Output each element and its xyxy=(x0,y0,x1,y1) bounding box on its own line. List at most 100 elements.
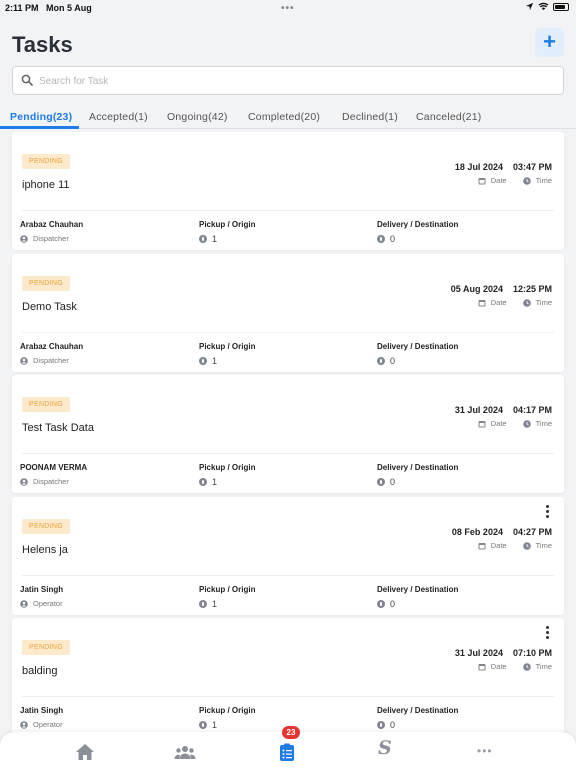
task-date: 08 Feb 2024 xyxy=(451,527,503,537)
pickup-label: Pickup / Origin xyxy=(199,706,256,715)
tab-ongoing[interactable]: Ongoing(42) xyxy=(167,111,228,123)
status-bar: 2:11 PM Mon 5 Aug ••• xyxy=(0,0,576,16)
clock-icon xyxy=(522,176,531,185)
card-divider xyxy=(22,696,554,697)
assignee-role-row: Operator xyxy=(20,599,63,608)
delivery-label: Delivery / Destination xyxy=(377,463,459,472)
info-icon xyxy=(199,721,207,729)
task-card[interactable]: PENDING Demo Task 05 Aug 2024 12:25 PM Da… xyxy=(12,254,564,372)
card-divider xyxy=(22,575,554,576)
tab-canceled[interactable]: Canceled(21) xyxy=(416,111,481,123)
pickup-label: Pickup / Origin xyxy=(199,220,256,229)
task-card[interactable]: PENDING iphone 11 18 Jul 2024 03:47 PM Da… xyxy=(12,132,564,250)
delivery-count-row: 0 xyxy=(377,599,458,609)
delivery-column: Delivery / Destination 0 xyxy=(377,342,458,366)
assignee-column: Arabaz Chauhan Dispatcher xyxy=(20,220,83,243)
more-icon[interactable]: ••• xyxy=(477,744,493,758)
tab-pending[interactable]: Pending(23) xyxy=(10,111,72,123)
assignee-role: Operator xyxy=(33,720,63,729)
task-card[interactable]: PENDING Helens ja 08 Feb 2024 04:27 PM Da… xyxy=(12,497,564,615)
assignee-name: Arabaz Chauhan xyxy=(20,220,84,229)
info-icon xyxy=(377,357,385,365)
wifi-icon xyxy=(538,2,549,11)
time-label: Time xyxy=(535,176,552,185)
calendar-icon xyxy=(478,663,486,670)
status-icons xyxy=(525,2,569,11)
pickup-count: 1 xyxy=(212,477,218,487)
search-bar[interactable] xyxy=(12,66,564,95)
search-input[interactable] xyxy=(39,71,539,91)
status-badge: PENDING xyxy=(22,276,70,291)
task-time: 04:17 PM xyxy=(512,405,552,415)
assignee-role-row: Operator xyxy=(20,720,63,729)
s-logo-icon[interactable]: S xyxy=(378,737,392,759)
delivery-count-row: 0 xyxy=(377,234,458,244)
calendar-icon xyxy=(478,420,486,427)
task-time: 03:47 PM xyxy=(512,162,552,172)
tab-accepted[interactable]: Accepted(1) xyxy=(89,111,148,123)
task-card[interactable]: PENDING balding 31 Jul 2024 07:10 PM Date… xyxy=(12,618,564,732)
tasks-icon[interactable] xyxy=(279,743,295,761)
pickup-count: 1 xyxy=(212,599,218,609)
status-tabs: Pending(23) Accepted(1) Ongoing(42) Comp… xyxy=(0,110,576,129)
time-label: Time xyxy=(535,298,552,307)
task-list[interactable]: PENDING iphone 11 18 Jul 2024 03:47 PM Da… xyxy=(0,131,576,732)
team-icon[interactable] xyxy=(174,743,196,761)
delivery-column: Delivery / Destination 0 xyxy=(377,585,458,609)
pickup-column: Pickup / Origin 1 xyxy=(199,220,255,244)
datetime-labels: Date Time xyxy=(478,662,552,671)
pickup-label: Pickup / Origin xyxy=(199,463,256,472)
status-badge: PENDING xyxy=(22,397,70,412)
task-card[interactable]: PENDING Test Task Data 31 Jul 2024 04:17 … xyxy=(12,375,564,493)
assignee-column: POONAM VERMA Dispatcher xyxy=(20,463,87,486)
info-icon xyxy=(199,357,207,365)
status-badge: PENDING xyxy=(22,640,70,655)
pickup-column: Pickup / Origin 1 xyxy=(199,585,255,609)
assignee-name: POONAM VERMA xyxy=(20,463,88,472)
task-time: 04:27 PM xyxy=(512,527,552,537)
delivery-count: 0 xyxy=(390,720,396,730)
task-time: 07:10 PM xyxy=(512,648,552,658)
task-name: Demo Task xyxy=(22,301,77,313)
datetime-labels: Date Time xyxy=(478,298,552,307)
pickup-column: Pickup / Origin 1 xyxy=(199,342,255,366)
pickup-label: Pickup / Origin xyxy=(199,585,256,594)
pickup-count-row: 1 xyxy=(199,234,255,244)
datetime-labels: Date Time xyxy=(478,176,552,185)
card-divider xyxy=(22,332,554,333)
pickup-count-row: 1 xyxy=(199,599,255,609)
assignee-name: Jatin Singh xyxy=(20,706,64,715)
more-options-icon[interactable] xyxy=(546,626,550,641)
user-icon xyxy=(20,477,28,486)
assignee-role: Dispatcher xyxy=(33,234,69,243)
tab-completed[interactable]: Completed(20) xyxy=(248,111,320,123)
delivery-column: Delivery / Destination 0 xyxy=(377,463,458,487)
calendar-icon xyxy=(478,177,486,184)
pickup-count: 1 xyxy=(212,720,218,730)
task-datetime: 08 Feb 2024 04:27 PM xyxy=(452,527,552,537)
date-label: Date xyxy=(490,541,507,550)
assignee-column: Arabaz Chauhan Dispatcher xyxy=(20,342,83,365)
task-date: 31 Jul 2024 xyxy=(454,405,503,415)
tab-declined[interactable]: Declined(1) xyxy=(342,111,398,123)
delivery-count: 0 xyxy=(390,477,396,487)
page-title: Tasks xyxy=(12,32,73,57)
status-time: 2:11 PM Mon 5 Aug xyxy=(5,3,92,13)
pickup-count-row: 1 xyxy=(199,356,255,366)
task-datetime: 18 Jul 2024 03:47 PM xyxy=(455,162,552,172)
task-name: Helens ja xyxy=(22,544,68,556)
datetime-labels: Date Time xyxy=(478,541,552,550)
pickup-count: 1 xyxy=(212,234,218,244)
info-icon xyxy=(377,600,385,608)
assignee-column: Jatin Singh Operator xyxy=(20,706,63,729)
home-icon[interactable] xyxy=(75,743,95,761)
time-label: Time xyxy=(535,419,552,428)
pickup-column: Pickup / Origin 1 xyxy=(199,706,255,730)
more-options-icon[interactable] xyxy=(546,505,550,520)
add-task-button[interactable]: + xyxy=(535,28,564,57)
multitasking-dots[interactable]: ••• xyxy=(281,3,295,14)
task-name: balding xyxy=(22,665,58,677)
delivery-count: 0 xyxy=(390,234,396,244)
time-label: Time xyxy=(535,662,552,671)
task-date: 31 Jul 2024 xyxy=(454,648,503,658)
